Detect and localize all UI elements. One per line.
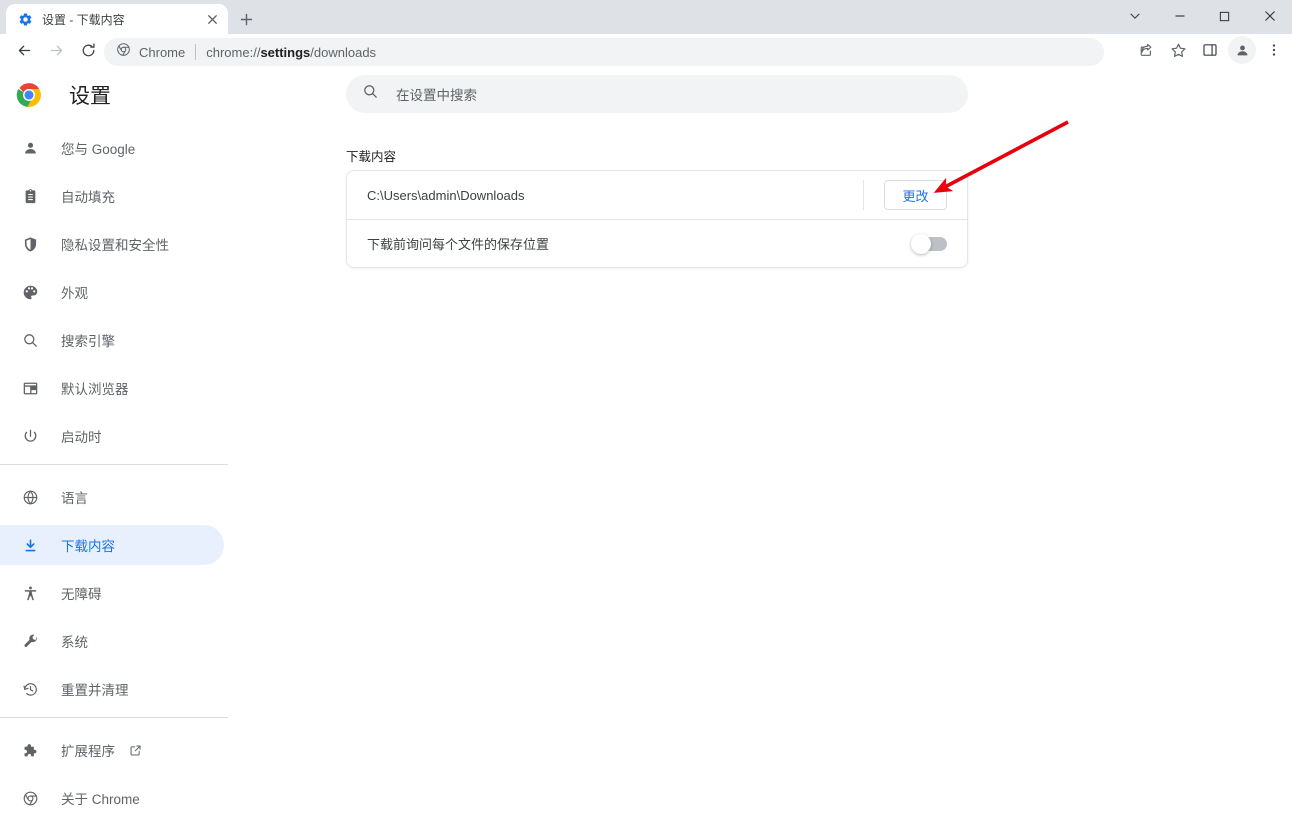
- sidebar-item-label: 重置并清理: [61, 683, 129, 698]
- download-icon: [20, 535, 40, 555]
- reload-icon[interactable]: [74, 37, 102, 65]
- toolbar-actions: [1132, 36, 1288, 64]
- profile-avatar-icon[interactable]: [1228, 36, 1256, 64]
- person-icon: [20, 138, 40, 158]
- share-icon[interactable]: [1132, 36, 1160, 64]
- sidebar-item-label: 默认浏览器: [61, 382, 129, 397]
- download-location-path: C:\Users\admin\Downloads: [367, 187, 525, 203]
- sidebar-item-autofill[interactable]: 自动填充: [0, 176, 224, 216]
- settings-sidebar: 设置 您与 Google 自动填充 隐私设置和安全性 外观 搜索引擎 默认浏览器…: [0, 67, 228, 807]
- sidebar-item-label: 无障碍: [61, 587, 102, 602]
- accessibility-icon: [20, 583, 40, 603]
- sidebar-item-label: 扩展程序: [61, 744, 115, 759]
- gear-icon: [17, 11, 33, 27]
- chrome-circle-icon: [20, 788, 40, 808]
- settings-header: 设置: [0, 67, 228, 123]
- window-controls: [1112, 0, 1292, 32]
- globe-icon: [20, 487, 40, 507]
- tab-strip: 设置 - 下载内容: [0, 0, 1292, 34]
- minimize-button[interactable]: [1157, 0, 1202, 32]
- tab-title: 设置 - 下载内容: [42, 12, 125, 27]
- chrome-icon: [116, 42, 131, 62]
- sidebar-item-default-browser[interactable]: 默认浏览器: [0, 368, 224, 408]
- sidebar-divider: [0, 717, 228, 718]
- ask-where-to-save-label: 下载前询问每个文件的保存位置: [367, 237, 550, 252]
- sidebar-item-search-engine[interactable]: 搜索引擎: [0, 320, 224, 360]
- section-title: 下载内容: [346, 150, 397, 164]
- sidebar-nav: 您与 Google 自动填充 隐私设置和安全性 外观 搜索引擎 默认浏览器 启动…: [0, 128, 228, 818]
- sidebar-item-extensions[interactable]: 扩展程序: [0, 730, 224, 770]
- sidebar-item-appearance[interactable]: 外观: [0, 272, 224, 312]
- puzzle-icon: [20, 740, 40, 760]
- sidebar-item-label: 启动时: [61, 430, 102, 445]
- sidebar-item-label: 语言: [61, 491, 88, 506]
- power-icon: [20, 426, 40, 446]
- wrench-icon: [20, 631, 40, 651]
- external-link-icon: [129, 744, 142, 757]
- search-input[interactable]: 在设置中搜索: [346, 75, 968, 113]
- sidebar-item-you-and-google[interactable]: 您与 Google: [0, 128, 224, 168]
- site-chip[interactable]: Chrome: [116, 42, 185, 62]
- back-arrow-icon[interactable]: [10, 37, 38, 65]
- toggle-knob: [911, 233, 931, 254]
- row-separator: [863, 180, 864, 210]
- sidebar-item-accessibility[interactable]: 无障碍: [0, 573, 224, 613]
- downloads-settings-card: C:\Users\admin\Downloads 更改 下载前询问每个文件的保存…: [346, 170, 968, 268]
- new-tab-button[interactable]: [234, 7, 258, 31]
- restore-icon: [20, 679, 40, 699]
- url-path: /downloads: [310, 44, 377, 60]
- sidebar-item-languages[interactable]: 语言: [0, 477, 224, 517]
- search-icon: [362, 83, 379, 105]
- browser-window-icon: [20, 378, 40, 398]
- ask-where-to-save-toggle[interactable]: [911, 233, 947, 254]
- tab-search-button[interactable]: [1112, 0, 1157, 32]
- browser-tab[interactable]: 设置 - 下载内容: [6, 4, 228, 34]
- ask-where-to-save-row: 下载前询问每个文件的保存位置: [347, 219, 967, 267]
- sidebar-item-downloads[interactable]: 下载内容: [0, 525, 224, 565]
- address-bar[interactable]: Chrome chrome://settings/downloads: [104, 38, 1104, 66]
- sidebar-divider: [0, 464, 228, 465]
- maximize-button[interactable]: [1202, 0, 1247, 32]
- clipboard-icon: [20, 186, 40, 206]
- download-location-row: C:\Users\admin\Downloads 更改: [347, 171, 967, 219]
- palette-icon: [20, 282, 40, 302]
- more-menu-icon[interactable]: [1260, 36, 1288, 64]
- sidebar-item-reset-cleanup[interactable]: 重置并清理: [0, 669, 224, 709]
- sidebar-item-on-startup[interactable]: 启动时: [0, 416, 224, 456]
- omnibox-separator: [195, 44, 197, 60]
- sidebar-item-label: 搜索引擎: [61, 334, 115, 349]
- sidebar-item-label: 系统: [61, 635, 88, 650]
- shield-icon: [20, 234, 40, 254]
- sidebar-item-label: 自动填充: [61, 190, 115, 205]
- sidebar-item-system[interactable]: 系统: [0, 621, 224, 661]
- url-text: chrome://settings/downloads: [206, 45, 376, 60]
- settings-page: 设置 您与 Google 自动填充 隐私设置和安全性 外观 搜索引擎 默认浏览器…: [0, 67, 1292, 807]
- close-icon[interactable]: [202, 9, 222, 29]
- sidebar-item-label: 您与 Google: [61, 142, 136, 157]
- sidebar-item-privacy-security[interactable]: 隐私设置和安全性: [0, 224, 224, 264]
- page-title: 设置: [69, 85, 111, 108]
- sidebar-item-label: 下载内容: [61, 539, 115, 554]
- search-placeholder: 在设置中搜索: [396, 88, 477, 103]
- chrome-logo: [16, 82, 42, 108]
- close-button[interactable]: [1247, 0, 1292, 32]
- url-host: settings: [260, 44, 311, 60]
- sidebar-item-label: 关于 Chrome: [61, 792, 140, 807]
- bookmark-star-icon[interactable]: [1164, 36, 1192, 64]
- sidebar-item-label: 外观: [61, 286, 88, 301]
- sidebar-item-label: 隐私设置和安全性: [61, 238, 169, 253]
- side-panel-icon[interactable]: [1196, 36, 1224, 64]
- site-chip-label: Chrome: [139, 44, 186, 60]
- search-icon: [20, 330, 40, 350]
- url-scheme: chrome://: [206, 44, 261, 60]
- forward-arrow-icon: [42, 37, 70, 65]
- change-location-button[interactable]: 更改: [884, 180, 947, 210]
- sidebar-item-about-chrome[interactable]: 关于 Chrome: [0, 778, 224, 818]
- settings-main: 在设置中搜索 下载内容 C:\Users\admin\Downloads 更改 …: [228, 67, 1292, 691]
